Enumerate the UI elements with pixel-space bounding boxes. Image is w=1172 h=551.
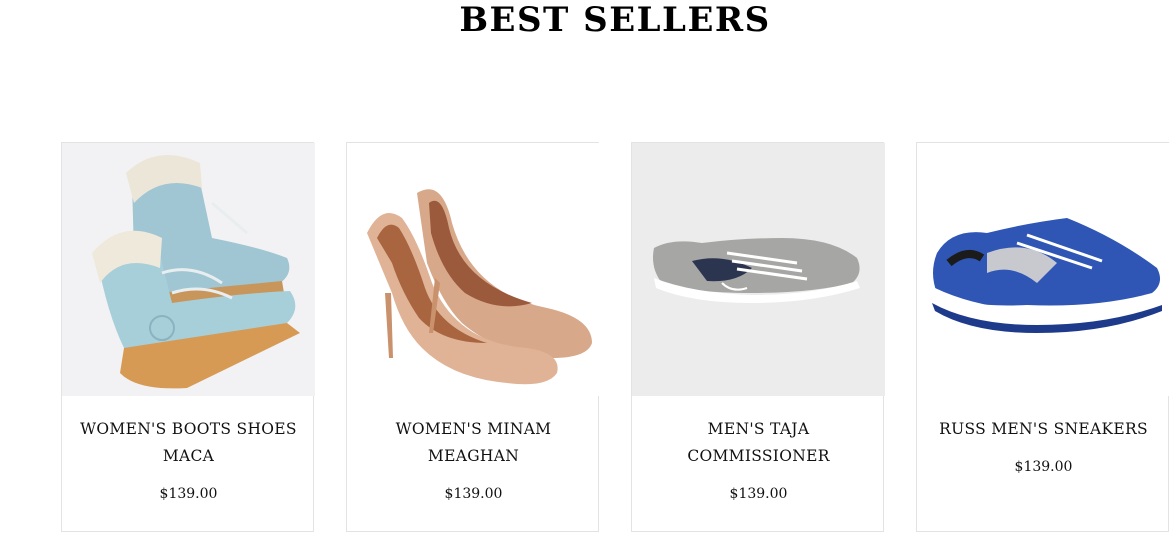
product-image-boots[interactable]: [62, 143, 315, 396]
product-price: $139.00: [444, 486, 503, 502]
product-card[interactable]: MEN'S TAJA COMMISSIONER $139.00: [631, 142, 885, 532]
product-card[interactable]: RUSS MEN'S SNEAKERS $139.00: [916, 142, 1170, 532]
product-name[interactable]: RUSS MEN'S SNEAKERS: [927, 416, 1160, 443]
product-name[interactable]: WOMEN'S BOOTS SHOES MACA: [72, 416, 305, 470]
section-title: BEST SELLERS: [459, 0, 771, 40]
product-price: $139.00: [1014, 459, 1073, 475]
product-price: $139.00: [729, 486, 788, 502]
product-image-running-shoe[interactable]: [917, 143, 1170, 396]
product-image-sneaker[interactable]: [632, 143, 885, 396]
product-card[interactable]: WOMEN'S BOOTS SHOES MACA $139.00: [61, 142, 315, 532]
product-image-heels[interactable]: [347, 143, 600, 396]
product-card[interactable]: WOMEN'S MINAM MEAGHAN $139.00: [346, 142, 600, 532]
product-name[interactable]: MEN'S TAJA COMMISSIONER: [642, 416, 875, 470]
product-name[interactable]: WOMEN'S MINAM MEAGHAN: [357, 416, 590, 470]
product-price: $139.00: [159, 486, 218, 502]
